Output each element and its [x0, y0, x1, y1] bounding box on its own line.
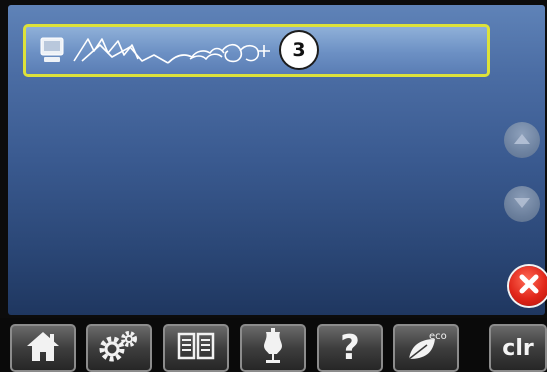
close-button[interactable] [509, 266, 547, 306]
stitch-count-badge: 3 [279, 30, 319, 70]
home-button[interactable] [10, 324, 76, 372]
help-icon: ? [340, 328, 360, 368]
main-panel: 3 [8, 5, 547, 315]
gears-icon [98, 330, 140, 366]
chevron-up-icon [512, 131, 532, 150]
clear-label: clr [502, 335, 534, 361]
sewing-consultant-button[interactable] [240, 324, 306, 372]
close-icon [518, 273, 540, 299]
eco-leaf-icon: eco [405, 329, 447, 367]
sewing-machine-screen: 3 ? eco clr [0, 0, 547, 372]
memory-file-icon [40, 36, 64, 68]
eco-button[interactable]: eco [393, 324, 459, 372]
stitch-sequence-icon [72, 35, 282, 71]
home-icon [25, 330, 61, 366]
dress-form-icon [261, 328, 285, 368]
chevron-down-icon [512, 195, 532, 214]
bottom-toolbar: ? eco clr [0, 318, 547, 372]
eco-label: eco [429, 331, 447, 342]
scroll-up-button[interactable] [504, 122, 540, 158]
help-button[interactable]: ? [317, 324, 383, 372]
selected-memory-slot[interactable]: 3 [23, 24, 490, 77]
setup-button[interactable] [86, 324, 152, 372]
clear-button[interactable]: clr [489, 324, 547, 372]
scroll-down-button[interactable] [504, 186, 540, 222]
book-icon [177, 331, 215, 365]
tutorial-button[interactable] [163, 324, 229, 372]
